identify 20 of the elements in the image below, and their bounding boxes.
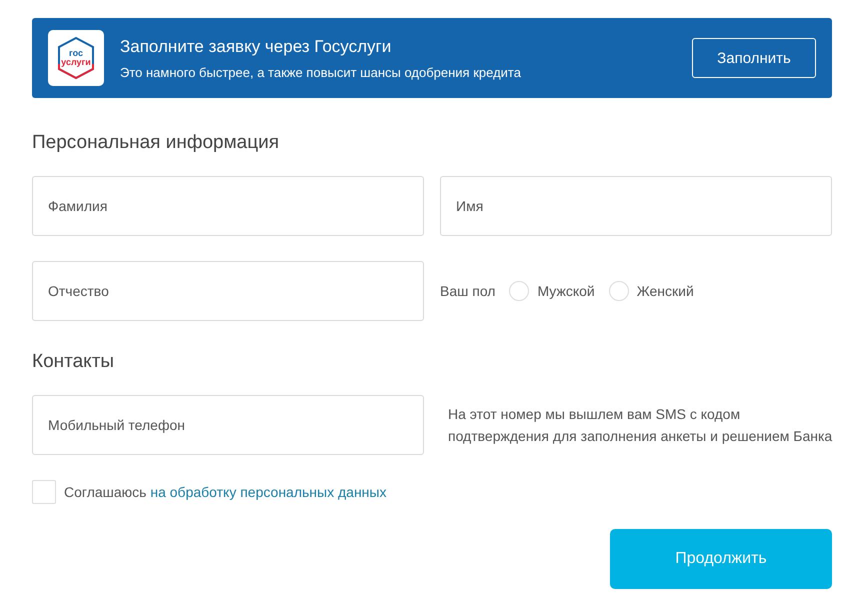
consent-link[interactable]: на обработку персональных данных: [150, 484, 386, 500]
radio-button[interactable]: [608, 281, 629, 301]
banner-subtitle: Это намного быстрее, а также повысит шансы одобрения кредита: [120, 64, 522, 80]
phone-field[interactable]: Мобильный телефон: [32, 395, 424, 455]
consent-text: Соглашаюсь на обработку персональных данных: [64, 484, 386, 500]
radio-button[interactable]: [509, 281, 530, 301]
radio-label: Мужской: [537, 283, 595, 299]
banner-title: Заполните заявку через Госуслуги: [120, 36, 392, 56]
section-heading: Персональная информация: [32, 132, 280, 154]
phone-hint: На этот номер мы вышлем вам SMS с кодом подтверждения для заполнения анкеты и решением Банка: [448, 405, 834, 446]
last-name-field[interactable]: Фамилия: [32, 176, 424, 236]
section-heading: Контакты: [32, 351, 116, 373]
middle-name-field[interactable]: Отчество: [32, 261, 424, 321]
gender-label: Ваш пол: [440, 283, 496, 299]
radio-label: Женский: [636, 283, 694, 299]
continue-button[interactable]: Продолжить: [610, 529, 832, 589]
first-name-field[interactable]: Имя: [440, 176, 832, 236]
fill-button[interactable]: Заполнить: [692, 38, 816, 78]
consent-checkbox[interactable]: [32, 480, 56, 504]
gosuslugi-logo: гос услуги: [48, 30, 104, 86]
